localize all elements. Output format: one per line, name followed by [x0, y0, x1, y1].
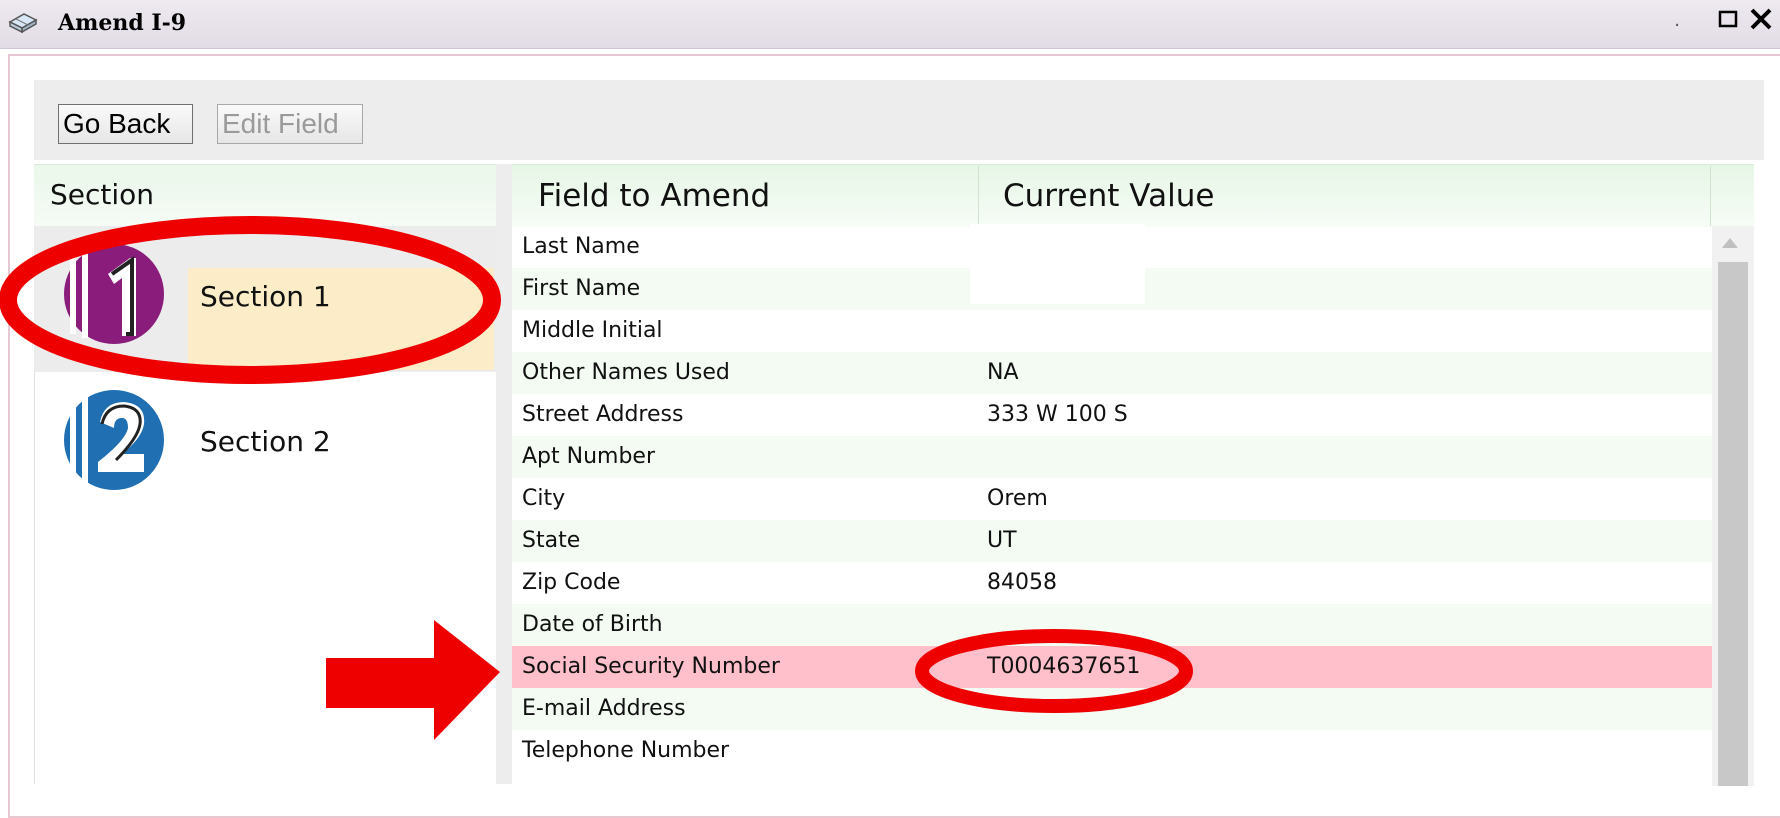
- go-back-button[interactable]: Go Back: [58, 104, 193, 144]
- table-row-selected[interactable]: Social Security Number T0004637651: [512, 646, 1712, 688]
- redacted-value: [970, 224, 1145, 264]
- window-dot: .: [1674, 10, 1680, 31]
- panel-divider: [496, 164, 512, 784]
- field-name: Middle Initial: [522, 318, 663, 343]
- column-header-value[interactable]: Current Value: [1003, 178, 1214, 214]
- field-name: City: [522, 486, 566, 511]
- table-row[interactable]: Zip Code 84058: [512, 562, 1712, 604]
- table-row[interactable]: State UT: [512, 520, 1712, 562]
- form-icon: [8, 13, 38, 34]
- field-value: UT: [987, 528, 1017, 553]
- column-separator: [1710, 166, 1711, 226]
- section-2-icon: [64, 390, 164, 490]
- field-name: First Name: [522, 276, 641, 301]
- table-row[interactable]: Date of Birth: [512, 604, 1712, 646]
- field-value: T0004637651: [987, 654, 1141, 679]
- field-name: Telephone Number: [522, 738, 730, 763]
- column-separator: [978, 166, 979, 226]
- scrollbar-thumb[interactable]: [1718, 262, 1748, 786]
- field-value: 84058: [987, 570, 1057, 595]
- table-row[interactable]: Apt Number: [512, 436, 1712, 478]
- maximize-icon[interactable]: [1718, 10, 1738, 28]
- section-1-icon: [64, 244, 164, 344]
- table-row[interactable]: Other Names Used NA: [512, 352, 1712, 394]
- field-name: Street Address: [522, 402, 684, 427]
- table-row[interactable]: City Orem: [512, 478, 1712, 520]
- column-header-field[interactable]: Field to Amend: [538, 178, 770, 214]
- field-name: Social Security Number: [522, 654, 780, 679]
- field-name: Other Names Used: [522, 360, 730, 385]
- field-name: State: [522, 528, 581, 553]
- section-item-1-label[interactable]: Section 1: [200, 280, 331, 313]
- table-row[interactable]: Telephone Number: [512, 730, 1712, 772]
- table-row[interactable]: E-mail Address: [512, 688, 1712, 730]
- section-item-2-label[interactable]: Section 2: [200, 425, 331, 458]
- field-value: 333 W 100 S: [987, 402, 1128, 427]
- field-value: NA: [987, 360, 1019, 385]
- section-header-label: Section: [50, 178, 155, 211]
- redacted-value: [970, 264, 1145, 304]
- edit-field-button[interactable]: Edit Field: [217, 104, 363, 144]
- field-name: Date of Birth: [522, 612, 663, 637]
- field-name: Zip Code: [522, 570, 621, 595]
- field-name: Apt Number: [522, 444, 656, 469]
- table-row[interactable]: Street Address 333 W 100 S: [512, 394, 1712, 436]
- field-value: Orem: [987, 486, 1048, 511]
- window-title: Amend I-9: [58, 10, 187, 36]
- field-name: E-mail Address: [522, 696, 686, 721]
- table-row[interactable]: Middle Initial: [512, 310, 1712, 352]
- field-name: Last Name: [522, 234, 640, 259]
- title-bar: Amend I-9 .: [0, 0, 1780, 49]
- close-icon[interactable]: [1746, 4, 1776, 34]
- scroll-up-arrow-icon[interactable]: [1722, 238, 1738, 248]
